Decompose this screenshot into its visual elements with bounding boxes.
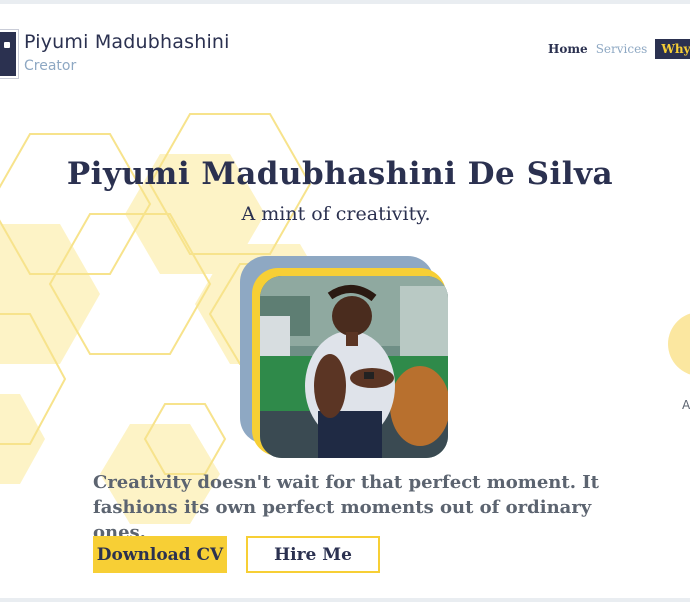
nav-services-link[interactable]: Services (596, 42, 648, 56)
profile-photo (260, 276, 448, 458)
nav-why-link[interactable]: Why I (655, 39, 690, 59)
main-nav: Home Services Why I (548, 39, 690, 59)
photo-frame-front (252, 268, 448, 458)
hero-title: Piyumi Madubhashini De Silva (66, 156, 614, 192)
site-header: Piyumi Madubhashini Creator Home Service… (0, 4, 690, 94)
site-tagline: Creator (24, 58, 77, 74)
download-cv-button[interactable]: Download CV (93, 536, 227, 573)
logo-icon[interactable] (0, 30, 18, 78)
page: Piyumi Madubhashini Creator Home Service… (0, 4, 690, 598)
side-carousel-label: A (682, 398, 690, 412)
hire-me-button[interactable]: Hire Me (246, 536, 380, 573)
nav-home-link[interactable]: Home (548, 42, 588, 56)
hex-fill (0, 394, 45, 484)
profile-photo-illustration (260, 276, 448, 458)
hero-subtitle: A mint of creativity. (241, 203, 431, 225)
hero-quote: Creativity doesn't wait for that perfect… (93, 472, 599, 543)
logo-mark-icon (4, 42, 10, 48)
hex-fill (0, 224, 100, 364)
profile-photo-frame (240, 256, 448, 458)
site-name[interactable]: Piyumi Madubhashini (24, 31, 230, 53)
